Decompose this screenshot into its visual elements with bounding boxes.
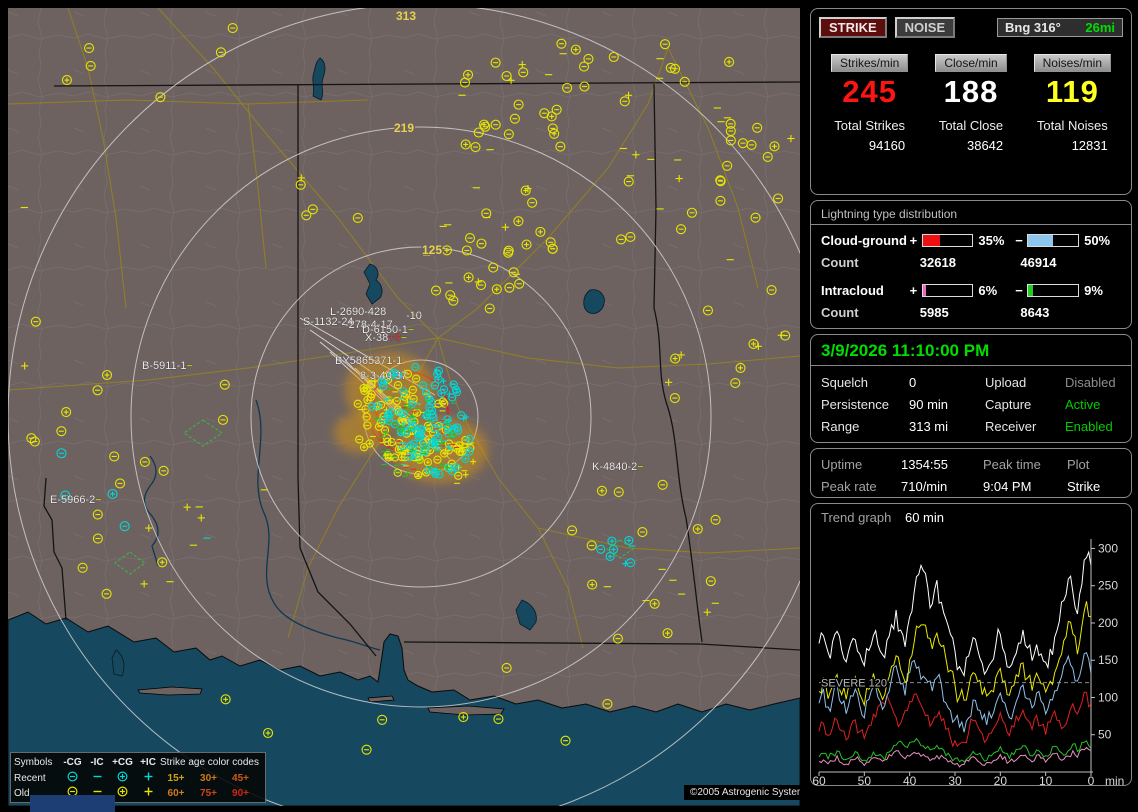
noises-per-min-value: 119 — [1022, 75, 1123, 109]
trend-graph-title: Trend graph 60 min — [811, 510, 1131, 527]
rates-panel: STRIKE NOISE Bng 316° 26mi Strikes/min 2… — [810, 8, 1132, 195]
svg-text:125: 125 — [422, 243, 442, 257]
svg-text:0: 0 — [1088, 774, 1095, 785]
legend-symbol — [109, 770, 136, 786]
legend-row: Recent15+30+45+ — [14, 770, 262, 785]
svg-text:20: 20 — [994, 774, 1008, 785]
cg-neg-bar — [1027, 234, 1079, 247]
distribution-title: Lightning type distribution — [811, 201, 1131, 225]
svg-text:K-4840-2−: K-4840-2− — [592, 461, 644, 473]
noises-per-min-chip: Noises/min — [1034, 54, 1111, 72]
bearing-label: Bng 316° — [1005, 20, 1061, 35]
trend-graph-panel: Trend graph 60 min 6050403020100min50100… — [810, 503, 1132, 786]
close-per-min-value: 188 — [920, 75, 1021, 109]
legend-header: Symbols-CG-IC+CG+ICStrike age color code… — [14, 755, 262, 770]
side-panel: STRIKE NOISE Bng 316° 26mi Strikes/min 2… — [810, 8, 1132, 786]
bearing-distance: 26mi — [1085, 20, 1115, 35]
capture-status: Active — [1065, 397, 1121, 412]
noise-button[interactable]: NOISE — [895, 17, 955, 38]
legend-symbol — [85, 770, 109, 786]
upload-status: Disabled — [1065, 375, 1121, 390]
total-close: Total Close 38642 — [939, 118, 1003, 153]
strikes-per-min-chip: Strikes/min — [831, 54, 908, 72]
svg-text:40: 40 — [903, 774, 917, 785]
datetime-display: 3/9/2026 11:10:00 PM — [811, 335, 1131, 366]
svg-text:8-3-40 37: 8-3-40 37 — [360, 370, 407, 382]
trend-graph: 6050403020100min50100150200250300SEVERE … — [811, 527, 1131, 785]
cloud-ground-counts: Count 32618 46914 — [811, 255, 1131, 270]
legend-symbol — [60, 770, 85, 786]
app-window: 313219125 L-2690-428-10S-1132-24-278-4-1… — [0, 0, 1138, 812]
strikes-per-min-value: 245 — [819, 75, 920, 109]
legend-symbol — [136, 770, 160, 786]
lightning-map: 313219125 L-2690-428-10S-1132-24-278-4-1… — [8, 8, 800, 806]
close-per-min-column: Close/min 188 Total Close 38642 — [920, 54, 1021, 155]
total-strikes: Total Strikes 94160 — [834, 118, 905, 153]
copyright-label: ©2005 Astrogenic Systems — [684, 785, 800, 800]
lake — [584, 290, 605, 314]
cloud-ground-row: Cloud-ground + 35% − 50% — [811, 233, 1131, 248]
strike-button[interactable]: STRIKE — [819, 17, 887, 38]
svg-text:300: 300 — [1098, 541, 1118, 555]
cg-pos-bar — [922, 234, 974, 247]
svg-text:30: 30 — [948, 774, 962, 785]
noises-per-min-column: Noises/min 119 Total Noises 12831 — [1022, 54, 1123, 155]
total-noises: Total Noises 12831 — [1037, 118, 1108, 153]
svg-text:250: 250 — [1098, 579, 1118, 593]
svg-text:200: 200 — [1098, 616, 1118, 630]
status-grid: Squelch 0 Upload Disabled Persistence 90… — [811, 366, 1131, 443]
svg-text:X-38+3−: X-38+3− — [365, 332, 407, 344]
svg-text:B-5911-1−: B-5911-1− — [142, 360, 193, 372]
svg-text:150: 150 — [1098, 653, 1118, 667]
strikes-per-min-column: Strikes/min 245 Total Strikes 94160 — [819, 54, 920, 155]
svg-text:10: 10 — [1039, 774, 1053, 785]
session-grid: Uptime 1354:55 Peak time Plot Peak rate … — [811, 449, 1131, 502]
svg-text:50: 50 — [858, 774, 872, 785]
bottom-blue-bar — [30, 795, 115, 812]
bearing-display: Bng 316° 26mi — [997, 18, 1123, 37]
svg-text:-10: -10 — [406, 310, 422, 322]
svg-text:313: 313 — [396, 9, 416, 23]
mode-row: STRIKE NOISE Bng 316° 26mi — [819, 17, 1123, 38]
map-view[interactable]: 313219125 L-2690-428-10S-1132-24-278-4-1… — [8, 8, 800, 806]
session-panel: Uptime 1354:55 Peak time Plot Peak rate … — [810, 448, 1132, 498]
intracloud-row: Intracloud + 6% − 9% — [811, 283, 1131, 298]
ic-neg-bar — [1027, 284, 1079, 297]
intracloud-counts: Count 5985 8643 — [811, 305, 1131, 320]
close-per-min-chip: Close/min — [935, 54, 1006, 72]
svg-text:50: 50 — [1098, 728, 1112, 742]
svg-text:BY5865371-1: BY5865371-1 — [335, 355, 402, 367]
svg-text:E-5966-2−: E-5966-2− — [50, 494, 102, 506]
distribution-panel: Lightning type distribution Cloud-ground… — [810, 200, 1132, 329]
svg-text:100: 100 — [1098, 690, 1118, 704]
ic-pos-bar — [922, 284, 974, 297]
status-panel: 3/9/2026 11:10:00 PM Squelch 0 Upload Di… — [810, 334, 1132, 443]
svg-text:min: min — [1105, 774, 1124, 785]
svg-text:219: 219 — [394, 121, 414, 135]
svg-text:SEVERE 120: SEVERE 120 — [821, 678, 887, 690]
svg-text:60: 60 — [812, 774, 826, 785]
receiver-status: Enabled — [1065, 419, 1121, 434]
rates-row: Strikes/min 245 Total Strikes 94160 Clos… — [819, 54, 1123, 155]
legend-symbol — [136, 785, 160, 801]
